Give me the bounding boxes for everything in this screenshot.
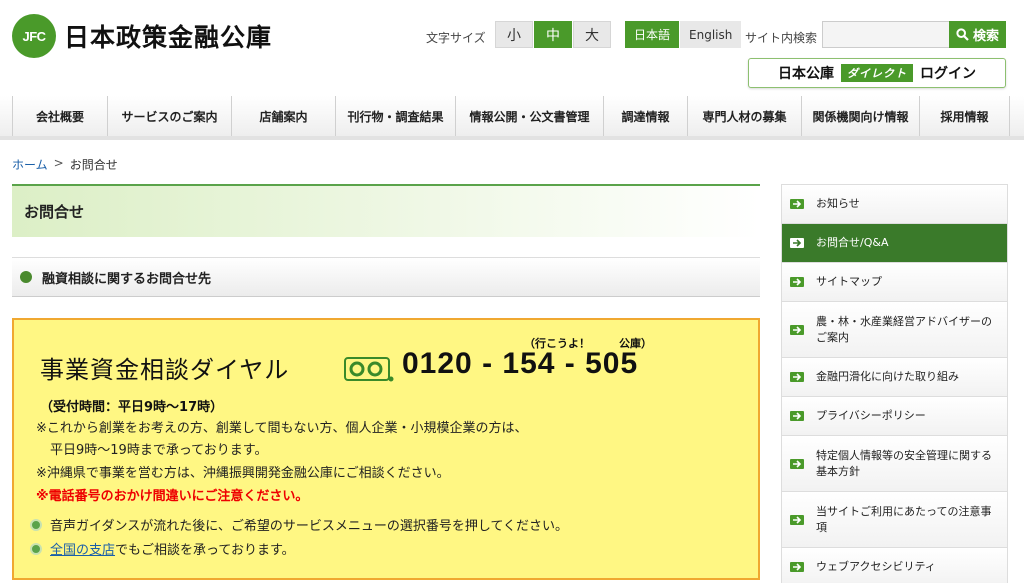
arrow-right-icon: [790, 277, 804, 287]
reception-hours: （受付時間：平日9時～17時）: [40, 400, 224, 415]
nav-item-branches[interactable]: 店舗案内: [232, 96, 336, 136]
info-branches: 全国の支店 でもご相談を承っております。: [30, 539, 295, 558]
note-startup: ※これから創業をお考えの方、創業して間もない方、個人企業・小規模企業の方は、: [36, 421, 528, 436]
jfc-logo-icon: JFC: [12, 14, 56, 58]
arrow-right-icon: [790, 238, 804, 248]
side-item-label: プライバシーポリシー: [816, 409, 926, 422]
note-okinawa: ※沖縄県で事業を営む方は、沖縄振興開発金融公庫にご相談ください。: [36, 466, 450, 481]
nav-item-disclosure[interactable]: 情報公開・公文書管理: [456, 96, 604, 136]
global-nav: 会社概要 サービスのご案内 店舗案内 刊行物・調査結果 情報公開・公文書管理 調…: [0, 96, 1024, 140]
nav-item-recruit-experts[interactable]: 専門人材の募集: [688, 96, 802, 136]
info-branches-text: でもご相談を承っております。: [115, 543, 295, 558]
side-item-label: 金融円滑化に向けた取り組み: [816, 370, 959, 383]
side-item-accessibility[interactable]: ウェブアクセシビリティ: [782, 548, 1007, 583]
fontsize-label: 文字サイズ: [426, 31, 486, 45]
side-item-label: 農・林・水産業経営アドバイザーの ご案内: [816, 314, 992, 344]
fontsize-small-button[interactable]: 小: [495, 21, 533, 48]
side-item-personal-info-policy[interactable]: 特定個人情報等の安全管理に関する 基本方針: [782, 436, 1007, 492]
search-button-label: 検索: [972, 29, 999, 44]
search-icon: [956, 28, 969, 41]
side-item-privacy-policy[interactable]: プライバシーポリシー: [782, 397, 1007, 436]
arrow-right-icon: [790, 411, 804, 421]
arrow-right-icon: [790, 372, 804, 382]
consultation-dial-box: 事業資金相談ダイヤル （行こうよ！ 公庫） 0120 - 154 - 505 （…: [12, 318, 760, 580]
bullet-icon: [30, 518, 42, 531]
search-label: サイト内検索: [745, 31, 818, 45]
fontsize-medium-button[interactable]: 中: [534, 21, 572, 48]
breadcrumb-separator: >: [53, 156, 64, 170]
side-item-label: お問合せ/Q&A: [816, 236, 889, 249]
side-item-label: お知らせ: [816, 197, 860, 210]
arrow-right-icon: [790, 458, 804, 469]
side-item-label: サイトマップ: [816, 275, 882, 288]
nav-item-procurement[interactable]: 調達情報: [604, 96, 688, 136]
site-search-input[interactable]: [822, 21, 950, 48]
nav-item-publications[interactable]: 刊行物・調査結果: [336, 96, 456, 136]
direct-badge: ダイレクト: [841, 64, 913, 82]
nav-item-services[interactable]: サービスのご案内: [108, 96, 232, 136]
side-item-news[interactable]: お知らせ: [782, 185, 1007, 224]
breadcrumb-current: お問合せ: [69, 158, 118, 172]
breadcrumb: ホーム > お問合せ: [12, 156, 118, 173]
side-item-sitemap[interactable]: サイトマップ: [782, 263, 1007, 302]
side-item-label: ウェブアクセシビリティ: [816, 560, 936, 573]
fontsize-large-button[interactable]: 大: [573, 21, 611, 48]
direct-service-name: 日本公庫: [778, 66, 834, 82]
language-japanese-button[interactable]: 日本語: [625, 21, 680, 48]
login-label: ログイン: [920, 66, 976, 82]
nav-item-company[interactable]: 会社概要: [12, 96, 108, 136]
note-startup-hours: 平日9時～19時まで承っております。: [50, 443, 268, 458]
arrow-right-icon: [790, 514, 804, 525]
side-item-agri-advisor[interactable]: 農・林・水産業経営アドバイザーの ご案内: [782, 302, 1007, 358]
language-switcher: 日本語 English: [625, 21, 742, 48]
info-guidance-text: 音声ガイダンスが流れた後に、ご希望のサービスメニューの選択番号を押してください。: [50, 519, 569, 534]
direct-login-button[interactable]: 日本公庫 ダイレクト ログイン: [748, 58, 1006, 88]
language-english-button[interactable]: English: [680, 21, 742, 48]
side-nav: お知らせ お問合せ/Q&A サイトマップ 農・林・水産業経営アドバイザーの ご案…: [781, 184, 1008, 583]
arrow-right-icon: [790, 562, 804, 572]
phone-number[interactable]: 0120 - 154 - 505: [402, 347, 638, 381]
section-title: 融資相談に関するお問合せ先: [42, 271, 212, 287]
bullet-icon: [20, 271, 32, 283]
branches-link[interactable]: 全国の支店: [50, 539, 115, 558]
nav-item-institutions[interactable]: 関係機関向け情報: [802, 96, 920, 136]
page-title-bar: お問合せ: [12, 184, 760, 237]
side-item-finance-facilitation[interactable]: 金融円滑化に向けた取り組み: [782, 358, 1007, 397]
arrow-right-icon: [790, 199, 804, 209]
wrong-number-warning: ※電話番号のおかけ間違いにご注意ください。: [36, 489, 309, 504]
bullet-icon: [30, 542, 42, 555]
section-heading: 融資相談に関するお問合せ先: [12, 257, 760, 297]
side-item-label: 当サイトご利用にあたっての注意事 項: [816, 504, 992, 534]
freedial-icon: [344, 357, 394, 382]
arrow-right-icon: [790, 324, 804, 335]
breadcrumb-home-link[interactable]: ホーム: [12, 156, 48, 173]
search-button[interactable]: 検索: [949, 21, 1006, 48]
side-item-label: 特定個人情報等の安全管理に関する 基本方針: [816, 448, 992, 478]
page-title: お問合せ: [24, 203, 85, 221]
site-header: JFC 日本政策金融公庫 文字サイズ 小 中 大 日本語 English サイト…: [0, 0, 1024, 96]
nav-item-careers[interactable]: 採用情報: [920, 96, 1010, 136]
dial-title: 事業資金相談ダイヤル: [40, 356, 290, 384]
fontsize-switcher: 小 中 大: [495, 21, 612, 48]
side-item-terms-of-use[interactable]: 当サイトご利用にあたっての注意事 項: [782, 492, 1007, 548]
site-logo[interactable]: JFC 日本政策金融公庫: [12, 14, 272, 58]
side-item-contact-qa[interactable]: お問合せ/Q&A: [782, 224, 1007, 263]
info-guidance: 音声ガイダンスが流れた後に、ご希望のサービスメニューの選択番号を押してください。: [30, 515, 568, 534]
logo-text: 日本政策金融公庫: [64, 23, 273, 52]
